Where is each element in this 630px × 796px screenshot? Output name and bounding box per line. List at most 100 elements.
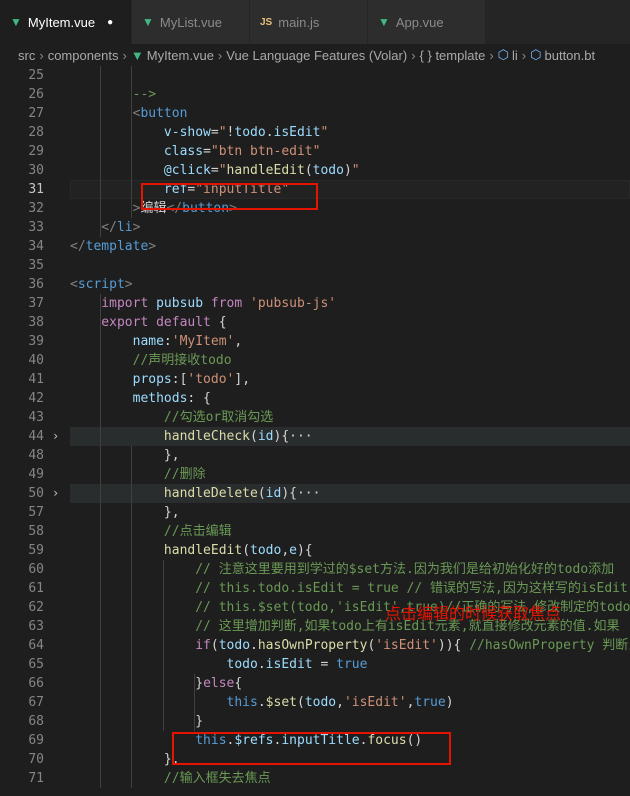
code-line[interactable]: 41 props:['todo'], [0,370,630,389]
line-number: 29 [28,144,44,159]
line-number: 27 [28,106,44,121]
code-editor[interactable]: 25 26 --> 27 <button 28 v-show="!todo.isEd… [0,66,630,796]
breadcrumb-item[interactable]: src [18,48,35,63]
indent-guide [100,66,101,237]
breadcrumb: src › components › ▼ MyItem.vue › Vue Language … [0,44,630,66]
vue-icon: ▼ [378,15,390,29]
code-line[interactable]: 38 export default { [0,313,630,332]
line-number: 32 [28,201,44,216]
breadcrumb-item[interactable]: { } template [420,48,486,63]
code-line[interactable]: 27 <button [0,104,630,123]
code-line[interactable]: 29 class="btn btn-edit" [0,142,630,161]
chevron-right-icon: › [489,47,494,63]
code-line[interactable]: 25 [0,66,630,85]
code-text: if(todo.hasOwnProperty('isEdit')){ //has… [70,638,630,653]
code-line[interactable]: 49 //删除 [0,465,630,484]
tab-main-js[interactable]: JS main.js [250,0,368,44]
tab-myitem-vue[interactable]: ▼ MyItem.vue ● [0,0,132,44]
line-number: 57 [28,505,44,520]
code-text: }, [70,505,180,520]
code-text: <script> [70,277,133,292]
chevron-right-icon[interactable]: › [52,484,64,503]
line-number: 71 [28,771,44,786]
vue-icon: ▼ [10,15,22,29]
code-text: class="btn btn-edit" [70,144,321,159]
code-text: export default { [70,315,227,330]
tab-label: main.js [278,14,320,30]
line-number: 38 [28,315,44,330]
code-line[interactable]: 33 </li> [0,218,630,237]
tab-label: MyList.vue [159,14,223,30]
code-line[interactable]: 36 <script> [0,275,630,294]
code-line[interactable]: 57 }, [0,503,630,522]
line-number: 36 [28,277,44,292]
code-text: //声明接收todo [70,353,232,368]
annotation-text: 点击编辑的时候获取焦点 [385,604,562,623]
code-line[interactable]: 39 name:'MyItem', [0,332,630,351]
code-line[interactable]: 58 //点击编辑 [0,522,630,541]
line-number: 59 [28,543,44,558]
code-line[interactable]: 34 </template> [0,237,630,256]
code-line[interactable]: 28 v-show="!todo.isEdit" [0,123,630,142]
chevron-right-icon: › [411,47,416,63]
indent-guide [163,560,164,731]
breadcrumb-item[interactable]: li [512,48,518,63]
code-text: <button [70,106,188,121]
code-line[interactable]: 65 todo.isEdit = true [0,655,630,674]
unsaved-dot-icon[interactable]: ● [107,17,113,28]
editor-tab-bar: ▼ MyItem.vue ● ▼ MyList.vue JS main.js ▼ App.vue [0,0,630,44]
code-line[interactable]: 48 }, [0,446,630,465]
highlight-box-ref [141,183,318,210]
code-line[interactable]: 44 › handleCheck(id){··· [0,427,630,446]
code-text: handleCheck(id){··· [70,429,313,444]
line-number: 62 [28,600,44,615]
tab-mylist-vue[interactable]: ▼ MyList.vue [132,0,250,44]
element-icon: ⬡ [530,47,542,62]
line-number: 40 [28,353,44,368]
code-text: props:['todo'], [70,372,251,387]
code-text: v-show="!todo.isEdit" [70,125,329,140]
code-line[interactable]: 50 › handleDelete(id){··· [0,484,630,503]
code-text: //点击编辑 [70,524,232,539]
code-line[interactable]: 26 --> [0,85,630,104]
code-line[interactable]: 43 //勾选or取消勾选 [0,408,630,427]
code-line[interactable]: 64 if(todo.hasOwnProperty('isEdit')){ //… [0,636,630,655]
code-line[interactable]: 37 import pubsub from 'pubsub-js' [0,294,630,313]
chevron-right-icon: › [521,47,527,63]
code-line[interactable]: 60 // 注意这里要用到学过的$set方法.因为我们是给初始化好的todo添加 [0,560,630,579]
breadcrumb-item[interactable]: components [48,48,119,63]
code-line[interactable]: 59 handleEdit(todo,e){ [0,541,630,560]
element-icon: ⬡ [497,47,510,62]
breadcrumb-item[interactable]: Vue Language Features (Volar) [226,48,407,63]
highlight-box-focus [172,732,451,765]
code-line[interactable]: 67 this.$set(todo,'isEdit',true) [0,693,630,712]
line-number: 30 [28,163,44,178]
code-line[interactable]: 35 [0,256,630,275]
line-number: 28 [28,125,44,140]
code-text: }else{ [70,676,243,691]
code-line[interactable]: 71 //输入框失去焦点 [0,769,630,788]
line-number: 66 [28,676,44,691]
code-line[interactable]: 42 methods: { [0,389,630,408]
code-line[interactable]: 68 } [0,712,630,731]
line-number: 31 [28,182,44,197]
breadcrumb-item[interactable]: MyItem.vue [147,48,214,63]
indent-guide [100,294,101,788]
line-number: 63 [28,619,44,634]
breadcrumb-item[interactable]: button.bt [545,48,596,63]
code-line[interactable]: 61 // this.todo.isEdit = true // 错误的写法,因… [0,579,630,598]
code-text: //删除 [70,467,206,482]
indent-guide [194,674,195,731]
code-line[interactable]: 30 @click="handleEdit(todo)" [0,161,630,180]
code-text: import pubsub from 'pubsub-js' [70,296,337,311]
line-number: 61 [28,581,44,596]
code-line[interactable]: 66 }else{ [0,674,630,693]
code-line[interactable]: 40 //声明接收todo [0,351,630,370]
code-text: methods: { [70,391,211,406]
code-text: --> [70,87,157,102]
line-number: 34 [28,239,44,254]
code-text: this.$set(todo,'isEdit',true) [226,695,454,710]
tab-app-vue[interactable]: ▼ App.vue [368,0,486,44]
chevron-right-icon[interactable]: › [52,427,64,446]
tab-label: App.vue [395,14,444,30]
